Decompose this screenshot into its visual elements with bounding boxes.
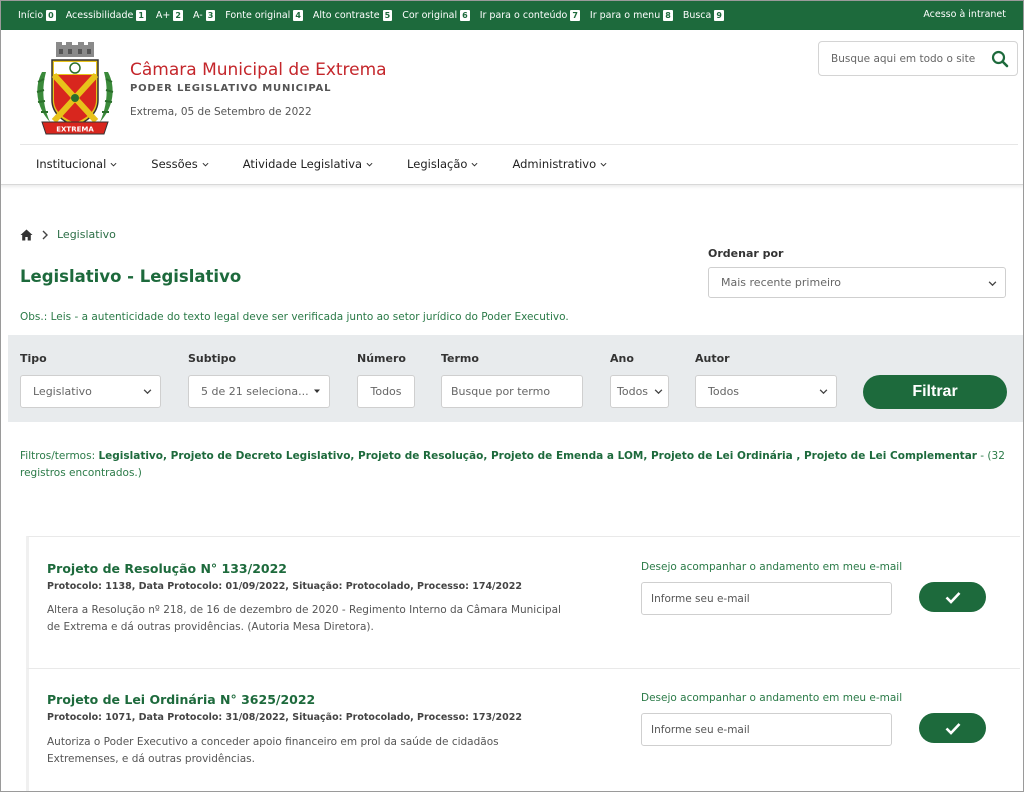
caret-down-icon [314, 389, 320, 393]
result-meta: Protocolo: 1071, Data Protocolo: 31/08/2… [47, 712, 522, 723]
result-title[interactable]: Projeto de Resolução N° 133/2022 [47, 561, 287, 576]
chevron-down-icon [143, 389, 152, 395]
breadcrumb: Legislativo [20, 228, 116, 241]
follow-email-input[interactable] [641, 713, 892, 746]
chevron-down-icon [654, 389, 663, 395]
acc-link-font-decrease[interactable]: A- 3 [193, 9, 216, 21]
follow-label: Desejo acompanhar o andamento em meu e-m… [641, 692, 903, 704]
chevron-down-icon [471, 162, 478, 167]
termo-input[interactable] [441, 375, 583, 408]
result-card: Projeto de Lei Ordinária N° 3625/2022 Pr… [26, 668, 1020, 792]
order-select[interactable]: Mais recente primeiro [708, 267, 1006, 298]
acc-link-acessibilidade[interactable]: Acessibilidade 1 [66, 9, 146, 21]
result-card: Projeto de Resolução N° 133/2022 Protoco… [26, 536, 1020, 668]
legal-notice: Obs.: Leis - a autenticidade do texto le… [20, 311, 569, 323]
termo-label: Termo [441, 352, 479, 365]
coat-of-arms-logo[interactable]: EXTREMA [28, 42, 122, 137]
result-description: Autoriza o Poder Executivo a conceder ap… [47, 736, 499, 765]
filter-panel: Tipo Legislativo Subtipo 5 de 21 selecio… [8, 335, 1024, 422]
follow-label: Desejo acompanhar o andamento em meu e-m… [641, 561, 903, 573]
chevron-down-icon [600, 162, 607, 167]
check-icon [945, 722, 960, 735]
subtipo-multiselect[interactable]: 5 de 21 seleciona... [188, 375, 330, 408]
acc-link-inicio[interactable]: Início 0 [18, 9, 56, 21]
svg-text:EXTREMA: EXTREMA [56, 126, 94, 134]
site-search-input[interactable] [819, 42, 989, 75]
current-date: Extrema, 05 de Setembro de 2022 [130, 106, 312, 118]
page-title: Legislativo - Legislativo [20, 267, 242, 286]
breadcrumb-current[interactable]: Legislativo [57, 228, 116, 241]
nav-item-institucional[interactable]: Institucional [36, 157, 117, 171]
applied-filters-summary: Filtros/termos: Legislativo, Projeto de … [20, 450, 1005, 479]
site-subtitle: PODER LEGISLATIVO MUNICIPAL [130, 83, 332, 94]
numero-input[interactable] [357, 375, 415, 408]
site-title[interactable]: Câmara Municipal de Extrema [130, 60, 387, 80]
chevron-down-icon [819, 389, 828, 395]
acc-link-ir-conteudo[interactable]: Ir para o conteúdo 7 [480, 9, 580, 21]
nav-item-administrativo[interactable]: Administrativo [512, 157, 607, 171]
follow-email-input[interactable] [641, 582, 892, 615]
home-icon[interactable] [20, 229, 33, 241]
ano-select[interactable]: Todos [610, 375, 669, 408]
nav-item-atividade-legislativa[interactable]: Atividade Legislativa [243, 157, 373, 171]
nav-item-sessoes[interactable]: Sessões [151, 157, 209, 171]
numero-label: Número [357, 352, 406, 365]
check-icon [945, 591, 960, 604]
site-header: EXTREMA Câmara Municipal de Extrema PODE… [0, 30, 1024, 185]
acc-link-ir-menu[interactable]: Ir para o menu 8 [590, 9, 673, 21]
nav-item-legislacao[interactable]: Legislação [407, 157, 478, 171]
result-meta: Protocolo: 1138, Data Protocolo: 01/09/2… [47, 581, 522, 592]
result-description: Altera a Resolução nº 218, de 16 de deze… [47, 604, 561, 633]
result-title[interactable]: Projeto de Lei Ordinária N° 3625/2022 [47, 692, 315, 707]
search-icon[interactable] [991, 50, 1009, 68]
order-label: Ordenar por [708, 247, 784, 260]
intranet-link[interactable]: Acesso à intranet [923, 9, 1006, 20]
acc-link-busca[interactable]: Busca 9 [683, 9, 724, 21]
chevron-down-icon [366, 162, 373, 167]
acc-link-font-increase[interactable]: A+ 2 [156, 9, 183, 21]
main-nav: Institucional Sessões Atividade Legislat… [20, 145, 641, 183]
follow-submit-button[interactable] [919, 582, 986, 612]
chevron-down-icon [202, 162, 209, 167]
tipo-select[interactable]: Legislativo [20, 375, 161, 408]
accessibility-bar: Início 0 Acessibilidade 1 A+ 2 A- 3 Fonte or… [0, 0, 1024, 30]
subtipo-label: Subtipo [188, 352, 237, 365]
chevron-down-icon [988, 281, 997, 287]
acc-link-cor-original[interactable]: Cor original 6 [402, 9, 470, 21]
chevron-down-icon [110, 162, 117, 167]
tipo-label: Tipo [20, 352, 47, 365]
filter-button[interactable]: Filtrar [863, 375, 1007, 409]
acc-link-fonte-original[interactable]: Fonte original 4 [225, 9, 303, 21]
follow-submit-button[interactable] [919, 713, 986, 743]
ano-label: Ano [610, 352, 634, 365]
autor-select[interactable]: Todos [695, 375, 837, 408]
acc-link-alto-contraste[interactable]: Alto contraste 5 [313, 9, 393, 21]
autor-label: Autor [695, 352, 730, 365]
chevron-right-icon [42, 230, 48, 239]
site-search [818, 41, 1018, 76]
